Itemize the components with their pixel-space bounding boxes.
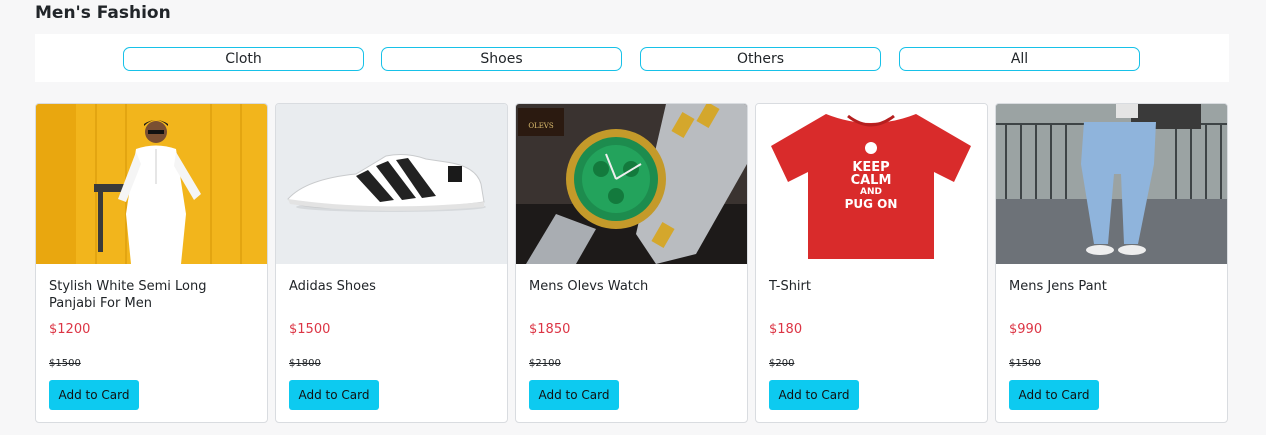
product-card: Adidas Shoes $1500 $1800 Add to Card <box>275 103 508 423</box>
product-price: $1200 <box>49 322 91 337</box>
product-name: Mens Olevs Watch <box>529 279 649 294</box>
product-price: $1500 <box>289 322 331 337</box>
product-name: Mens Jens Pant <box>1009 279 1107 294</box>
product-image-watch: OLEVS <box>516 104 747 264</box>
product-price: $1850 <box>529 322 571 337</box>
brand-badge: OLEVS <box>528 122 554 130</box>
add-to-cart-button[interactable]: Add to Card <box>49 380 139 410</box>
product-name: Adidas Shoes <box>289 279 376 294</box>
category-filter-bar: Cloth Shoes Others All <box>35 34 1229 82</box>
product-image-tshirt: KEEP CALM AND PUG ON <box>756 104 987 264</box>
product-name: T-Shirt <box>769 279 811 294</box>
product-card: OLEVS Mens Olevs Watch $1850 $2100 Add t… <box>515 103 748 423</box>
product-image-panjabi <box>36 104 267 264</box>
add-to-cart-button[interactable]: Add to Card <box>1009 380 1099 410</box>
product-old-price: $2100 <box>529 358 561 369</box>
product-price: $990 <box>1009 322 1043 337</box>
add-to-cart-button[interactable]: Add to Card <box>289 380 379 410</box>
shirt-print-line: PUG ON <box>844 197 898 211</box>
add-to-cart-button[interactable]: Add to Card <box>769 380 859 410</box>
add-to-cart-button[interactable]: Add to Card <box>529 380 619 410</box>
shirt-print: KEEP CALM AND PUG ON <box>811 161 931 211</box>
shirt-print-line: CALM <box>850 173 892 188</box>
product-old-price: $1800 <box>289 358 321 369</box>
filter-others-button[interactable]: Others <box>640 47 881 71</box>
product-old-price: $1500 <box>1009 358 1041 369</box>
filter-cloth-button[interactable]: Cloth <box>123 47 364 71</box>
product-grid: Stylish White Semi Long Panjabi For Men … <box>35 103 1229 435</box>
filter-shoes-button[interactable]: Shoes <box>381 47 622 71</box>
product-old-price: $200 <box>769 358 795 369</box>
product-card: Mens Jens Pant $990 $1500 Add to Card <box>995 103 1228 423</box>
product-card: KEEP CALM AND PUG ON T-Shirt $180 $200 A… <box>755 103 988 423</box>
product-price: $180 <box>769 322 803 337</box>
product-old-price: $1500 <box>49 358 81 369</box>
product-name: Stylish White Semi Long Panjabi For Men <box>49 279 207 311</box>
page-title: Men's Fashion <box>35 3 171 23</box>
product-card: Stylish White Semi Long Panjabi For Men … <box>35 103 268 423</box>
filter-all-button[interactable]: All <box>899 47 1140 71</box>
product-image-jeans <box>996 104 1227 264</box>
product-image-sneaker <box>276 104 507 264</box>
